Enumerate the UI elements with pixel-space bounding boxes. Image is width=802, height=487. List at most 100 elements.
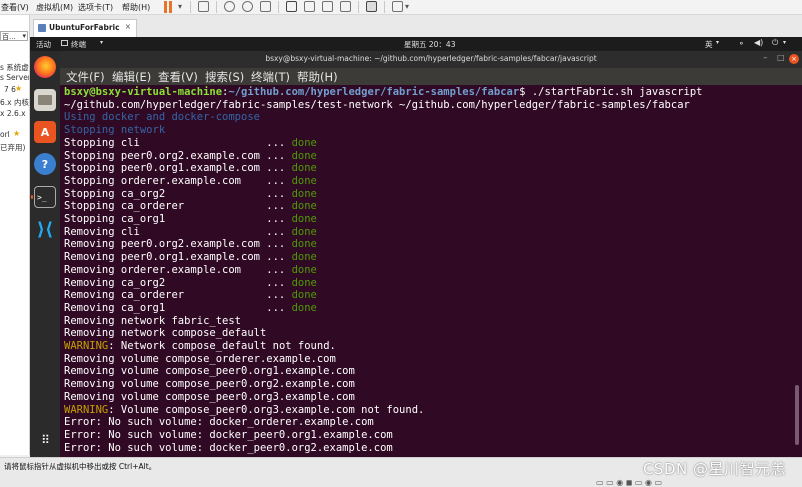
library-item[interactable]: 6.x 内核	[0, 97, 29, 108]
terminal-text-segment: done	[291, 174, 317, 187]
terminal-text-segment: done	[291, 238, 317, 251]
revert-snapshot-icon[interactable]	[242, 1, 253, 12]
terminal-text-segment: ~/github.com/hyperledger/fabric-samples/…	[64, 98, 690, 111]
terminal-text-segment: Stopping network	[64, 124, 166, 137]
terminal-text-segment: Removing orderer.example.com ...	[64, 263, 292, 276]
chevron-down-icon[interactable]: ▾	[100, 39, 103, 46]
send-keys-icon[interactable]	[198, 1, 209, 12]
minimize-icon[interactable]: –	[763, 53, 768, 63]
terminal-text-segment: Removing network compose_default	[64, 327, 267, 340]
terminal-text-segment: Removing volume compose_peer0.org2.examp…	[64, 378, 355, 391]
terminal-scrollbar[interactable]	[792, 85, 802, 457]
terminal-line: Using docker and docker-compose	[64, 111, 260, 124]
terminal-text-segment: WARNING	[64, 403, 109, 416]
show-applications-icon[interactable]: ⠿	[34, 429, 56, 451]
menu-vm[interactable]: 虚拟机(M)	[36, 2, 73, 13]
terminal-line: WARNING: Network compose_default not fou…	[64, 340, 336, 353]
stretch-icon[interactable]	[340, 1, 351, 12]
terminal-line: Removing network fabric_test	[64, 315, 241, 328]
close-icon[interactable]: ×	[789, 54, 799, 64]
terminal-line: Stopping network	[64, 124, 165, 137]
terminal-line: Removing network compose_default	[64, 327, 266, 340]
terminal-line: ~/github.com/hyperledger/fabric-samples/…	[64, 99, 690, 112]
chevron-down-icon[interactable]: ▾	[178, 2, 182, 11]
power-icon[interactable]: ⏻	[772, 38, 778, 48]
menu-edit[interactable]: 编辑(E)	[112, 69, 151, 85]
vscode-icon[interactable]: ⟩⟨	[34, 218, 56, 240]
chevron-down-icon: ▾	[22, 32, 26, 40]
volume-icon[interactable]: ◀)	[754, 38, 763, 47]
menu-help[interactable]: 帮助(H)	[297, 69, 338, 85]
firefox-icon[interactable]	[34, 56, 56, 78]
menu-view[interactable]: 查看(V)	[158, 69, 198, 85]
terminal-line: WARNING: Volume compose_peer0.org3.examp…	[64, 404, 424, 417]
terminal-text-segment: bsxy@bsxy-virtual-machine	[64, 86, 223, 98]
menu-terminal[interactable]: 终端(T)	[251, 69, 290, 85]
terminal-text-segment: Stopping peer0.org2.example.com ...	[64, 149, 292, 162]
snapshot-manager-icon[interactable]	[260, 1, 271, 12]
star-icon: ★	[15, 84, 23, 93]
terminal-line: Error: No such volume: docker_peer0.org2…	[64, 442, 393, 455]
vm-icon	[38, 24, 46, 32]
host-library-panel: 百... ▾ s 系统虚 s Server 7 6 ★ 6.x 内核 x 2.6…	[0, 15, 30, 455]
clock[interactable]: 星期五 20：43	[404, 39, 455, 50]
close-icon[interactable]: ×	[125, 22, 131, 31]
chevron-down-icon[interactable]: ▾	[783, 39, 786, 46]
menu-search[interactable]: 搜索(S)	[205, 69, 244, 85]
activities-button[interactable]: 活动	[36, 39, 51, 50]
terminal-titlebar[interactable]: bsxy@bsxy-virtual-machine: ~/github.com/…	[60, 51, 802, 68]
terminal-line: Removing ca_orderer ... done	[64, 289, 317, 302]
library-item[interactable]: s Server	[0, 73, 29, 82]
host-menubar: 查看(V) 虚拟机(M) 选项卡(T) 帮助(H) ▾ ▾	[0, 0, 802, 15]
input-method[interactable]: 英	[705, 39, 713, 50]
menu-file[interactable]: 文件(F)	[66, 69, 105, 85]
menu-view[interactable]: 查看(V)	[1, 2, 29, 13]
terminal-line: Removing volume compose_peer0.org1.examp…	[64, 365, 355, 378]
terminal-line: Removing peer0.org2.example.com ... done	[64, 238, 317, 251]
pause-icon-bar	[169, 1, 172, 13]
view-options-icon[interactable]	[392, 1, 403, 12]
chevron-down-icon[interactable]: ▾	[405, 2, 409, 11]
network-icon[interactable]: ⚬	[738, 39, 745, 48]
menu-help[interactable]: 帮助(H)	[122, 2, 150, 13]
menu-tabs[interactable]: 选项卡(T)	[78, 2, 113, 13]
terminal-line: Stopping cli ... done	[64, 137, 317, 150]
ubuntu-top-bar: 活动 终端 ▾ 星期五 20：43 英 ▾ ⚬ ◀) ⏻ ▾	[30, 37, 802, 51]
terminal-output[interactable]: bsxy@bsxy-virtual-machine:~/github.com/h…	[60, 85, 792, 457]
terminal-line: Stopping peer0.org2.example.com ... done	[64, 150, 317, 163]
library-search-dropdown[interactable]: 百... ▾	[0, 31, 28, 41]
terminal-text-segment: done	[291, 200, 317, 213]
pause-icon[interactable]	[164, 1, 167, 13]
window-title: bsxy@bsxy-virtual-machine: ~/github.com/…	[265, 54, 597, 63]
terminal-text-segment: Removing network fabric_test	[64, 314, 242, 327]
vm-tab-strip: UbuntuForFabric ×	[30, 15, 802, 38]
terminal-line: Removing volume compose_orderer.example.…	[64, 353, 336, 366]
terminal-icon[interactable]	[366, 1, 377, 12]
console-view-icon[interactable]	[286, 1, 297, 12]
library-item[interactable]: s 系统虚	[0, 62, 29, 73]
library-item[interactable]: 已弃用)	[0, 142, 25, 153]
scrollbar-thumb[interactable]	[795, 385, 799, 445]
terminal-dock-icon[interactable]: >_	[34, 186, 56, 208]
terminal-text-segment: done	[291, 187, 317, 200]
terminal-text-segment: Stopping orderer.example.com ...	[64, 174, 292, 187]
toolbar-separator	[278, 1, 279, 13]
library-item[interactable]: orl	[0, 130, 10, 139]
vm-tab[interactable]: UbuntuForFabric ×	[33, 19, 137, 37]
terminal-text-segment: done	[291, 263, 317, 276]
chevron-down-icon: ▾	[716, 39, 720, 46]
software-center-icon[interactable]: A	[34, 121, 56, 143]
maximize-icon[interactable]: □	[777, 53, 785, 62]
terminal-line: Removing ca_org2 ... done	[64, 277, 317, 290]
terminal-text-segment: done	[291, 301, 317, 314]
fullscreen-icon[interactable]	[304, 1, 315, 12]
terminal-text-segment: Using docker and docker-compose	[64, 111, 260, 124]
help-icon[interactable]: ?	[34, 153, 56, 175]
terminal-text-segment: Removing volume compose_peer0.org1.examp…	[64, 365, 355, 378]
library-item[interactable]: x 2.6.x	[0, 109, 26, 118]
snapshot-icon[interactable]	[224, 1, 235, 12]
app-menu[interactable]: 终端	[71, 39, 86, 50]
files-icon[interactable]	[34, 89, 56, 111]
unity-icon[interactable]	[322, 1, 333, 12]
terminal-text-segment: done	[291, 251, 317, 264]
